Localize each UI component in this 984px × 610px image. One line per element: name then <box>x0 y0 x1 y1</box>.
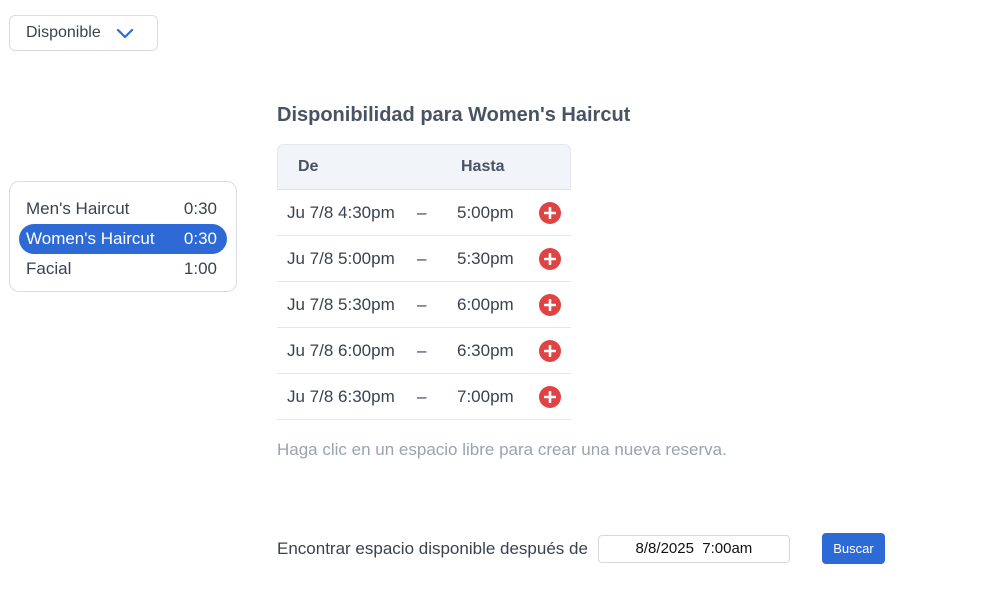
service-duration: 0:30 <box>183 199 217 218</box>
slot-dash: – <box>417 386 427 406</box>
slot-from: Ju 7/8 6:00pm <box>287 340 395 360</box>
slot-to: 6:00pm <box>457 294 514 314</box>
slot-to: 7:00pm <box>457 386 514 406</box>
service-duration: 0:30 <box>183 229 217 248</box>
slot-from: Ju 7/8 4:30pm <box>287 202 395 222</box>
slot-from: Ju 7/8 5:00pm <box>287 248 395 268</box>
slots-table-header: De Hasta <box>277 144 571 190</box>
slot-to: 5:00pm <box>457 202 514 222</box>
service-item[interactable]: Facial 1:00 <box>19 254 227 284</box>
slot-dash: – <box>417 202 427 222</box>
slot-dash: – <box>417 248 427 268</box>
table-row[interactable]: Ju 7/8 6:00pm – 6:30pm <box>277 328 571 374</box>
find-available-form: Encontrar espacio disponible después de … <box>277 533 885 564</box>
add-booking-icon[interactable] <box>539 339 561 362</box>
table-row[interactable]: Ju 7/8 4:30pm – 5:00pm <box>277 190 571 236</box>
slot-to: 5:30pm <box>457 248 514 268</box>
table-row[interactable]: Ju 7/8 6:30pm – 7:00pm <box>277 374 571 420</box>
slot-dash: – <box>417 294 427 314</box>
add-booking-icon[interactable] <box>539 201 561 224</box>
add-booking-icon[interactable] <box>539 385 561 408</box>
service-duration: 1:00 <box>183 259 217 278</box>
add-booking-icon[interactable] <box>539 293 561 316</box>
service-name: Men's Haircut <box>26 199 130 218</box>
slot-from: Ju 7/8 5:30pm <box>287 294 395 314</box>
find-label: Encontrar espacio disponible después de <box>277 538 588 558</box>
service-name: Facial <box>26 259 72 278</box>
add-booking-icon[interactable] <box>539 247 561 270</box>
service-item[interactable]: Men's Haircut 0:30 <box>19 194 227 224</box>
slot-to: 6:30pm <box>457 340 514 360</box>
services-list: Men's Haircut 0:30 Women's Haircut 0:30 … <box>9 181 237 292</box>
panel-title: Disponibilidad para Women's Haircut <box>277 104 631 126</box>
hint-text: Haga clic en un espacio libre para crear… <box>277 440 727 459</box>
slot-from: Ju 7/8 6:30pm <box>287 386 395 406</box>
column-header-from: De <box>298 158 319 175</box>
status-dropdown-value: Disponible <box>26 24 101 41</box>
slot-dash: – <box>417 340 427 360</box>
table-row[interactable]: Ju 7/8 5:00pm – 5:30pm <box>277 236 571 282</box>
chevron-down-icon <box>115 26 135 40</box>
service-name: Women's Haircut <box>26 229 155 248</box>
date-time-input[interactable] <box>597 534 790 563</box>
status-dropdown[interactable]: Disponible <box>9 15 158 51</box>
table-row[interactable]: Ju 7/8 5:30pm – 6:00pm <box>277 282 571 328</box>
slots-table: De Hasta Ju 7/8 4:30pm – 5:00pm Ju 7/8 5… <box>277 144 571 420</box>
service-item[interactable]: Women's Haircut 0:30 <box>19 224 227 254</box>
column-header-to: Hasta <box>461 158 505 175</box>
availability-panel: Disponibilidad para Women's Haircut De H… <box>277 96 957 460</box>
search-button[interactable]: Buscar <box>821 533 885 564</box>
